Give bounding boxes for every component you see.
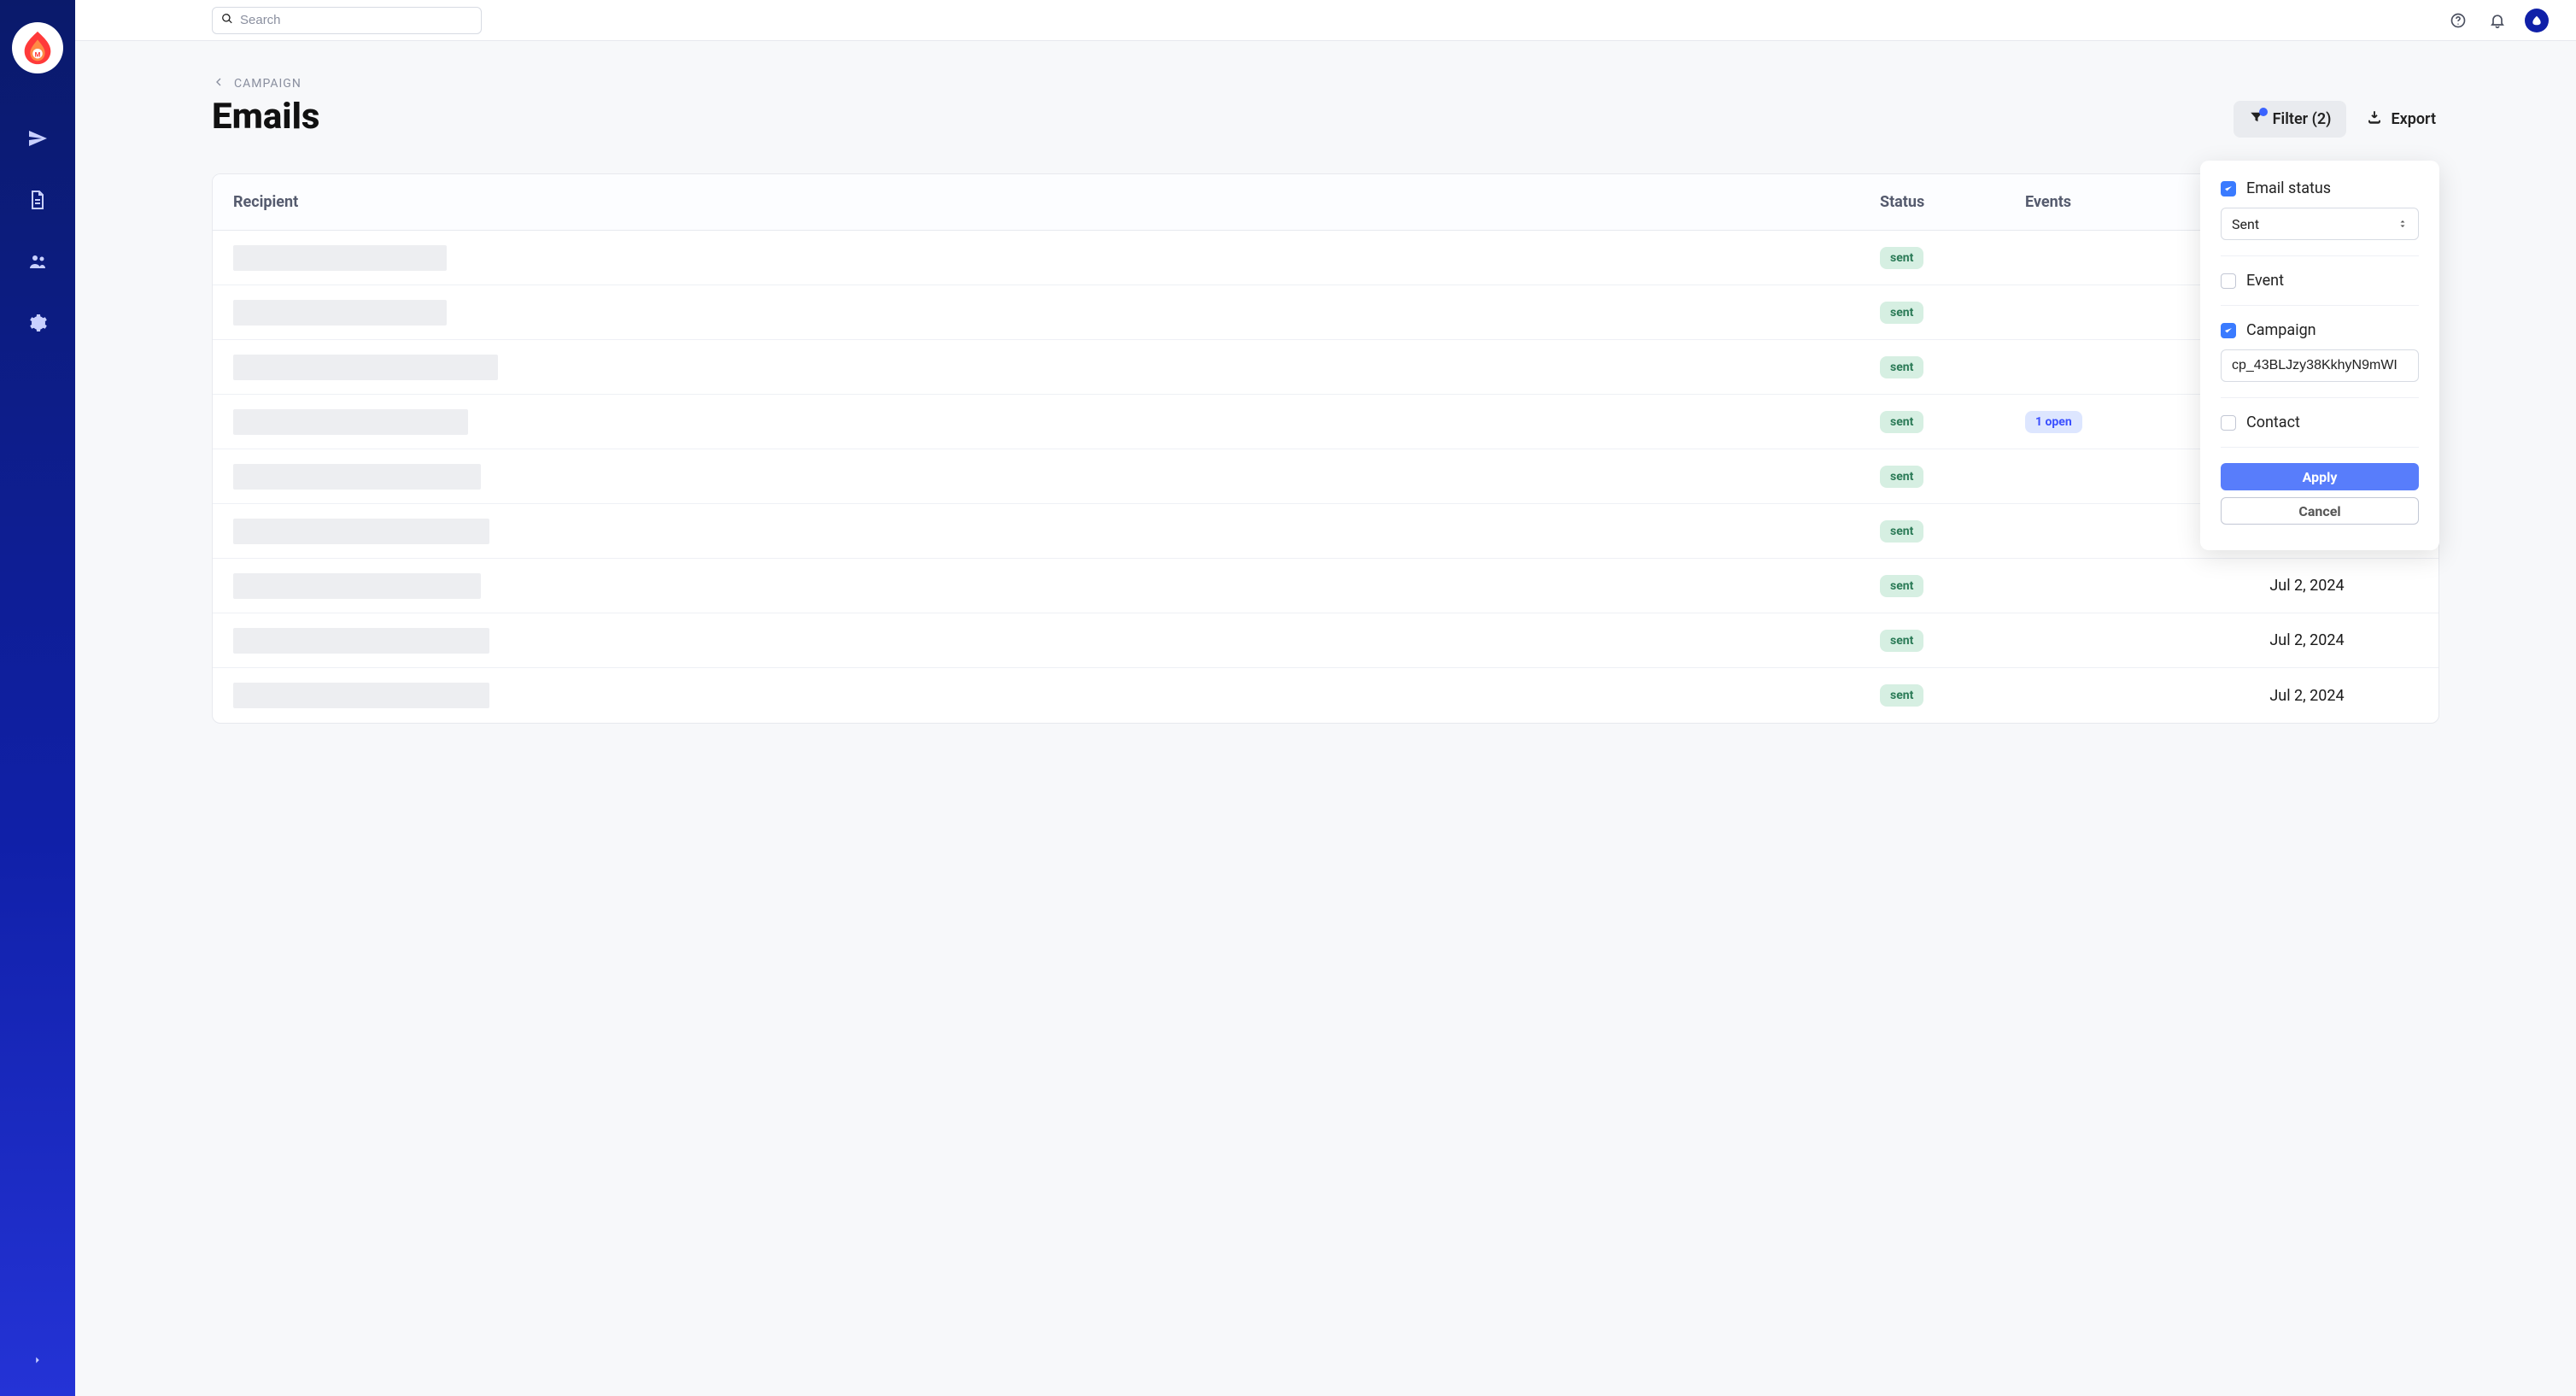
checkbox-icon (2221, 323, 2236, 338)
status-badge: sent (1880, 247, 1923, 269)
sidebar-item-people[interactable] (17, 241, 58, 282)
filter-panel: Email status Sent Event (2200, 161, 2439, 550)
filter-email-status-checkbox[interactable]: Email status (2221, 179, 2419, 197)
recipient-redacted (233, 300, 447, 326)
app-logo[interactable]: M (12, 22, 63, 73)
table-row[interactable]: sent Jul 2, 2024 (213, 559, 2438, 613)
recipient-redacted (233, 245, 447, 271)
avatar[interactable] (2525, 9, 2549, 32)
status-badge: sent (1880, 520, 1923, 543)
status-badge: sent (1880, 684, 1923, 707)
checkbox-icon (2221, 415, 2236, 431)
th-events: Events (2025, 193, 2196, 211)
help-icon[interactable] (2446, 9, 2470, 32)
filter-button[interactable]: Filter (2) (2234, 101, 2347, 138)
table-row[interactable]: sent Jul 2, 2024 (213, 668, 2438, 723)
arrow-left-icon (212, 75, 225, 92)
page-content: CAMPAIGN Emails Filter (2) Export (75, 41, 2576, 1396)
search-input-wrap[interactable] (212, 7, 482, 34)
th-recipient: Recipient (233, 193, 1880, 211)
filter-campaign-checkbox[interactable]: Campaign (2221, 321, 2419, 339)
status-badge: sent (1880, 466, 1923, 488)
checkbox-icon (2221, 181, 2236, 196)
download-icon (2367, 109, 2382, 129)
emails-table: Recipient Status Events Sent sent sent (212, 173, 2439, 724)
table-row[interactable]: sent (213, 340, 2438, 395)
filter-email-status-value: Sent (2232, 216, 2259, 232)
filter-campaign-label: Campaign (2246, 321, 2316, 339)
filter-event-label: Event (2246, 272, 2284, 290)
table-row[interactable]: sent (213, 231, 2438, 285)
search-input[interactable] (240, 13, 472, 27)
filter-contact-label: Contact (2246, 414, 2300, 431)
sent-date: Jul 2, 2024 (2196, 577, 2418, 595)
svg-text:M: M (35, 51, 41, 59)
filter-active-indicator (2259, 108, 2268, 116)
status-badge: sent (1880, 411, 1923, 433)
filter-email-status-select[interactable]: Sent (2221, 208, 2419, 240)
th-status: Status (1880, 193, 2025, 211)
filter-apply-button[interactable]: Apply (2221, 463, 2419, 490)
filter-campaign-input[interactable] (2221, 349, 2419, 382)
search-icon (221, 12, 233, 28)
table-row[interactable]: sent (213, 285, 2438, 340)
recipient-redacted (233, 355, 498, 380)
export-button[interactable]: Export (2363, 101, 2439, 138)
table-header: Recipient Status Events Sent (213, 174, 2438, 231)
status-badge: sent (1880, 302, 1923, 324)
topbar (75, 0, 2576, 41)
recipient-redacted (233, 628, 489, 654)
recipient-redacted (233, 683, 489, 708)
table-row[interactable]: sent (213, 449, 2438, 504)
sidebar-expand-toggle[interactable] (17, 1340, 58, 1381)
page-title: Emails (212, 96, 319, 138)
table-row[interactable]: sent Jul 2, 2024 (213, 504, 2438, 559)
table-row[interactable]: sent 1 open (213, 395, 2438, 449)
filter-cancel-button[interactable]: Cancel (2221, 497, 2419, 525)
status-badge: sent (1880, 575, 1923, 597)
bell-icon[interactable] (2485, 9, 2509, 32)
export-label: Export (2391, 110, 2436, 128)
breadcrumb-label: CAMPAIGN (234, 77, 302, 91)
filter-contact-checkbox[interactable]: Contact (2221, 414, 2419, 431)
recipient-redacted (233, 464, 481, 490)
filter-email-status-label: Email status (2246, 179, 2331, 197)
breadcrumb[interactable]: CAMPAIGN (212, 75, 302, 92)
filter-event-checkbox[interactable]: Event (2221, 272, 2419, 290)
table-row[interactable]: sent Jul 2, 2024 (213, 613, 2438, 668)
sent-date: Jul 2, 2024 (2196, 631, 2418, 649)
status-badge: sent (1880, 356, 1923, 378)
recipient-redacted (233, 573, 481, 599)
status-badge: sent (1880, 630, 1923, 652)
sidebar-item-send[interactable] (17, 118, 58, 159)
filter-label: Filter (2) (2273, 110, 2332, 128)
events-badge: 1 open (2025, 411, 2082, 433)
sidebar: M (0, 0, 75, 1396)
sidebar-item-documents[interactable] (17, 179, 58, 220)
checkbox-icon (2221, 273, 2236, 289)
chevron-updown-icon (2397, 216, 2408, 232)
recipient-redacted (233, 519, 489, 544)
sidebar-item-settings[interactable] (17, 302, 58, 343)
recipient-redacted (233, 409, 468, 435)
sent-date: Jul 2, 2024 (2196, 687, 2418, 705)
